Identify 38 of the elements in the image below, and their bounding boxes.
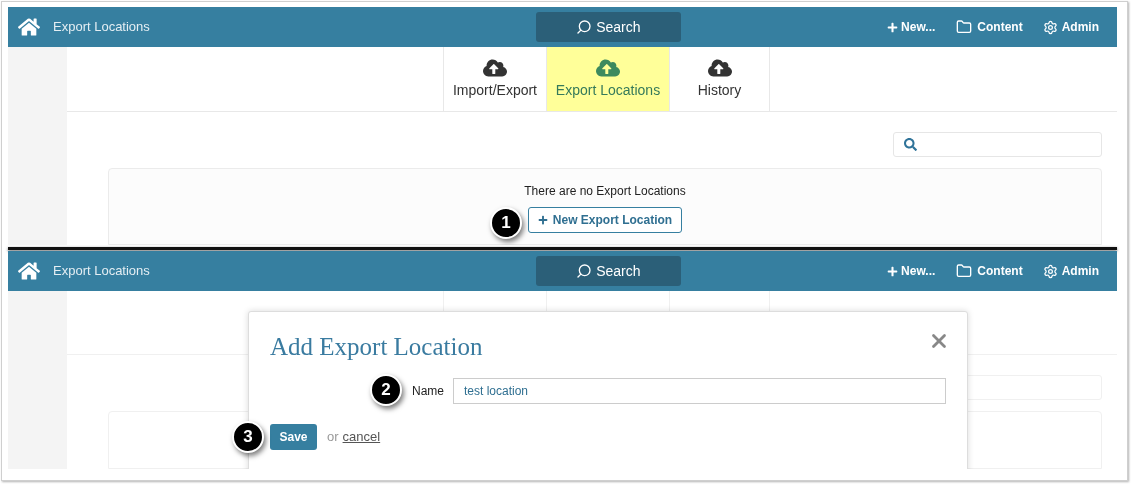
step-number: 1 <box>490 207 522 239</box>
admin-menu[interactable]: Admin <box>1042 18 1099 36</box>
new-menu[interactable]: New... <box>887 262 936 280</box>
search-icon <box>576 19 593 35</box>
plus-icon <box>887 21 899 33</box>
search-icon <box>576 263 593 279</box>
content-menu[interactable]: Content <box>955 18 1023 36</box>
step-number: 3 <box>232 420 264 453</box>
new-menu[interactable]: New... <box>887 18 936 36</box>
save-button[interactable]: Save <box>270 423 317 450</box>
name-label: Name <box>412 382 444 400</box>
or-text: or <box>327 427 339 446</box>
tab[interactable]: Export Locations <box>547 47 670 111</box>
cloud-upload-icon <box>596 57 620 78</box>
search-button[interactable]: Search <box>535 12 681 42</box>
empty-message: There are no Export Locations <box>524 183 686 200</box>
step-number: 2 <box>370 373 402 406</box>
tab[interactable]: Import/Export <box>443 47 547 111</box>
settings-icon <box>1042 19 1058 35</box>
content-menu[interactable]: Content <box>955 262 1023 280</box>
folder-icon <box>955 263 974 279</box>
plus-icon <box>887 265 899 277</box>
search-icon <box>904 138 917 151</box>
page-title: Export Locations <box>53 18 150 37</box>
page-title: Export Locations <box>53 262 150 281</box>
name-field[interactable]: test location <box>453 377 946 404</box>
new-export-location-button[interactable]: New Export Location <box>527 207 683 233</box>
search-button[interactable]: Search <box>535 256 681 286</box>
cancel-link[interactable]: cancel <box>342 426 381 447</box>
settings-icon <box>1042 263 1058 279</box>
home-icon[interactable] <box>18 17 40 37</box>
dialog-title: Add Export Location <box>270 332 483 362</box>
home-icon[interactable] <box>18 261 40 281</box>
folder-icon <box>955 19 974 35</box>
cloud-upload-icon <box>707 57 732 78</box>
plus-icon <box>537 215 548 225</box>
admin-menu[interactable]: Admin <box>1042 262 1099 280</box>
cloud-upload-icon <box>483 57 507 78</box>
